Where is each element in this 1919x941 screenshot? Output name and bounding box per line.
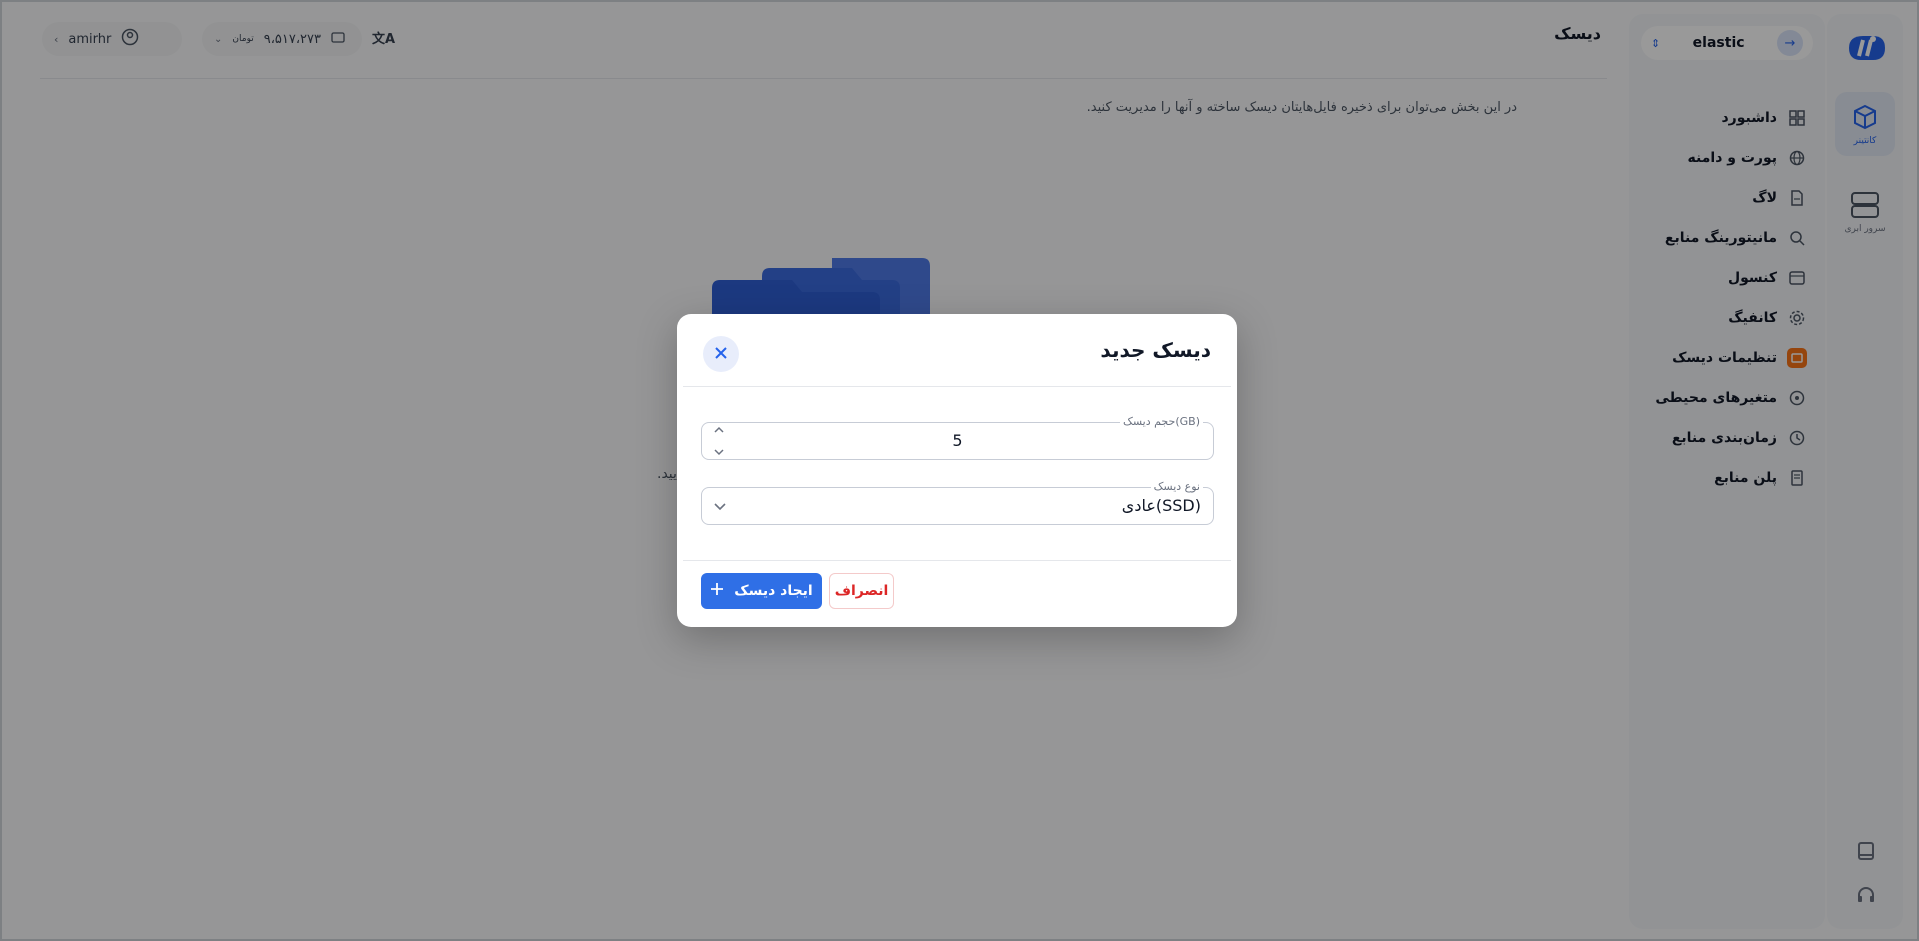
new-disk-modal: دیسک جدید حجم دیسک(GB) 5 نوع دیسک عادی(S…: [677, 314, 1237, 627]
create-disk-button[interactable]: ایجاد دیسک: [701, 573, 822, 609]
disk-type-value: عادی(SSD): [1121, 496, 1201, 515]
create-disk-label: ایجاد دیسک: [734, 583, 813, 599]
chevron-down-icon[interactable]: [713, 448, 725, 456]
chevron-down-icon: [714, 503, 726, 511]
chevron-up-icon[interactable]: [713, 426, 725, 434]
modal-divider: [683, 386, 1231, 387]
plus-icon: [710, 582, 724, 600]
disk-size-label: حجم دیسک(GB): [1120, 415, 1203, 429]
close-button[interactable]: [703, 336, 739, 372]
disk-size-value: 5: [952, 431, 963, 450]
cancel-button[interactable]: انصراف: [829, 573, 894, 609]
disk-size-input[interactable]: حجم دیسک(GB) 5: [701, 415, 1214, 460]
disk-type-label: نوع دیسک: [1150, 480, 1203, 494]
modal-footer-divider: [683, 560, 1231, 561]
number-stepper[interactable]: [712, 426, 726, 456]
modal-title: دیسک جدید: [1100, 338, 1211, 362]
disk-type-select[interactable]: نوع دیسک عادی(SSD): [701, 480, 1214, 525]
close-icon: [714, 345, 728, 364]
